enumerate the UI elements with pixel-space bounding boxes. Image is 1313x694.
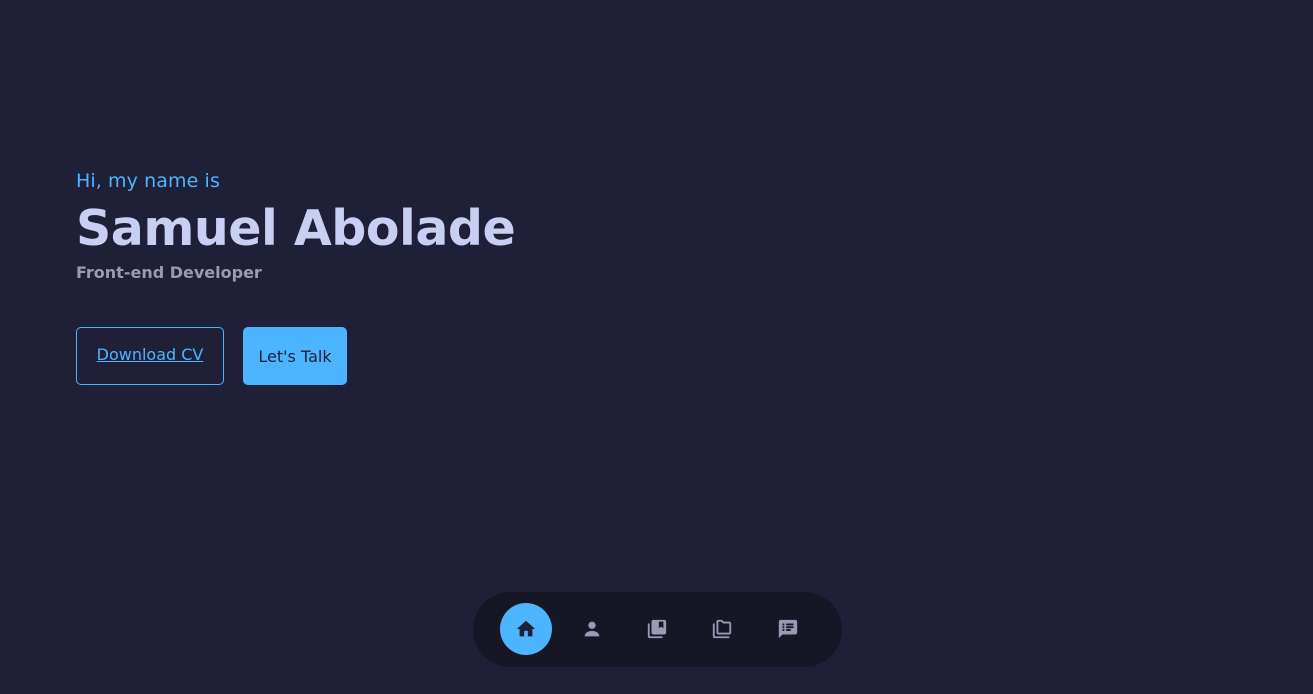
bottom-nav: [473, 592, 842, 667]
nav-portfolio[interactable]: [696, 603, 748, 655]
nav-contact[interactable]: [762, 603, 814, 655]
nav-experience[interactable]: [631, 603, 683, 655]
nav-about[interactable]: [566, 603, 618, 655]
greeting-text: Hi, my name is: [76, 170, 220, 192]
cta-buttons: Download CV Let's Talk: [76, 327, 347, 385]
nav-home[interactable]: [500, 603, 552, 655]
folders-icon: [712, 619, 732, 639]
lets-talk-button[interactable]: Let's Talk: [243, 327, 347, 385]
library-icon: [647, 619, 667, 639]
download-cv-button[interactable]: Download CV: [76, 327, 224, 385]
name-heading: Samuel Abolade: [76, 200, 516, 257]
role-text: Front-end Developer: [76, 263, 262, 282]
message-icon: [778, 619, 798, 639]
hero-section: Hi, my name is Samuel Abolade Front-end …: [76, 166, 516, 285]
person-icon: [584, 621, 600, 637]
home-icon: [516, 620, 536, 637]
